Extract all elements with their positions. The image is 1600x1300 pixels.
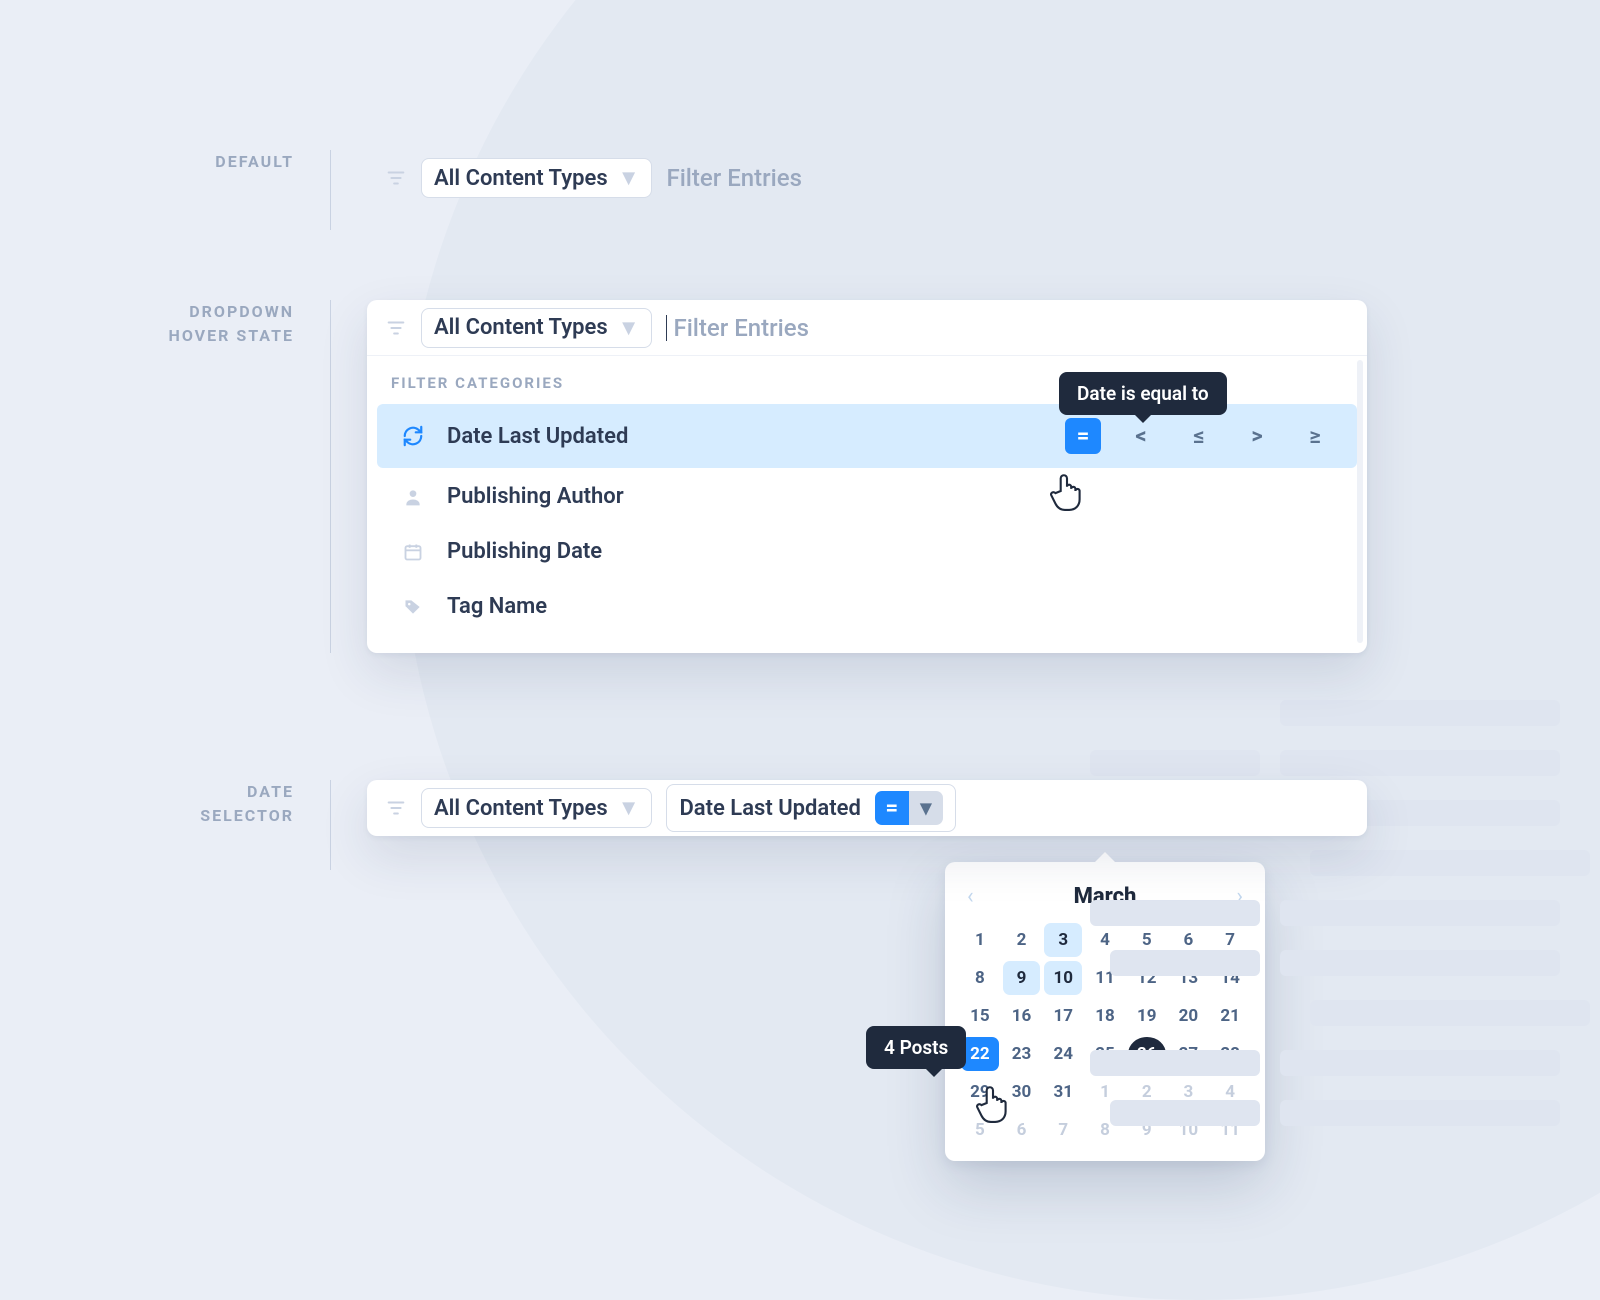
operator-greater-equal[interactable]: ≥ (1297, 418, 1333, 454)
divider (330, 300, 331, 653)
calendar-day[interactable]: 9 (1003, 961, 1041, 995)
state-label-hover: DROPDOWN HOVER STATE (70, 300, 330, 348)
operator-less-equal[interactable]: ≤ (1181, 418, 1217, 454)
calendar-day[interactable]: 2 (1003, 923, 1041, 957)
operator-less-than[interactable]: < (1123, 418, 1159, 454)
calendar-day[interactable]: 20 (1170, 999, 1208, 1033)
filter-icon (385, 317, 407, 339)
calendar-icon (401, 542, 425, 562)
chip-label: All Content Types (434, 315, 608, 340)
operator-badge[interactable]: = ▾ (875, 791, 943, 825)
category-publishing-author[interactable]: Publishing Author (377, 470, 1357, 523)
content-type-chip[interactable]: All Content Types ▼ (421, 788, 652, 828)
filter-dropdown-panel: All Content Types ▼ Filter Entries FILTE… (367, 300, 1367, 653)
filter-input-placeholder: Filter Entries (673, 314, 808, 342)
calendar-day[interactable]: 23 (1003, 1037, 1041, 1071)
scrollbar[interactable] (1357, 360, 1363, 643)
operator-greater-than[interactable]: > (1239, 418, 1275, 454)
calendar-day-tooltip: 4 Posts (866, 1026, 966, 1069)
calendar-day[interactable]: 19 (1128, 999, 1166, 1033)
chevron-down-icon: ▼ (618, 165, 640, 191)
calendar-prev-button[interactable]: ‹ (961, 880, 980, 913)
chevron-down-icon: ▼ (618, 795, 640, 821)
category-tag-name[interactable]: Tag Name (377, 580, 1357, 633)
calendar-day[interactable]: 3 (1044, 923, 1082, 957)
cursor-hand-icon (972, 1082, 1014, 1124)
divider (330, 780, 331, 870)
chip-label: All Content Types (434, 166, 608, 191)
equal-icon: = (875, 791, 909, 825)
filter-icon (385, 167, 407, 189)
filter-input[interactable]: Filter Entries (666, 314, 808, 342)
refresh-icon (401, 425, 425, 447)
filter-bar-default: All Content Types ▼ Filter Entries (367, 150, 820, 206)
calendar-day[interactable]: 7 (1044, 1113, 1082, 1147)
category-label: Publishing Date (447, 539, 602, 564)
filter-input-placeholder[interactable]: Filter Entries (666, 164, 801, 192)
text-cursor (666, 315, 667, 341)
category-label: Publishing Author (447, 484, 624, 509)
chip-label: All Content Types (434, 796, 608, 821)
state-label-default: DEFAULT (70, 150, 330, 174)
filter-bar-hover: All Content Types ▼ Filter Entries (367, 300, 1367, 356)
divider (330, 150, 331, 230)
tag-icon (401, 597, 425, 617)
content-type-chip[interactable]: All Content Types ▼ (421, 158, 652, 198)
operator-equal[interactable]: = (1065, 418, 1101, 454)
operator-tooltip: Date is equal to (1059, 372, 1227, 415)
chip-label: Date Last Updated (679, 796, 860, 821)
calendar-day[interactable]: 16 (1003, 999, 1041, 1033)
calendar-day[interactable]: 18 (1086, 999, 1124, 1033)
state-label-date-selector: DATE SELECTOR (70, 780, 330, 828)
calendar-day[interactable]: 15 (961, 999, 999, 1033)
calendar-day[interactable]: 31 (1044, 1075, 1082, 1109)
active-filter-chip[interactable]: Date Last Updated = ▾ (666, 784, 955, 832)
calendar-day[interactable]: 10 (1044, 961, 1082, 995)
filter-icon (385, 797, 407, 819)
chevron-down-icon: ▼ (618, 315, 640, 341)
calendar-day[interactable]: 21 (1211, 999, 1249, 1033)
calendar-day[interactable]: 17 (1044, 999, 1082, 1033)
user-icon (401, 487, 425, 507)
chevron-down-icon: ▾ (909, 791, 943, 825)
category-publishing-date[interactable]: Publishing Date (377, 525, 1357, 578)
calendar-day[interactable]: 1 (961, 923, 999, 957)
content-type-chip[interactable]: All Content Types ▼ (421, 308, 652, 348)
operator-group: = < ≤ > ≥ (1065, 418, 1333, 454)
category-label: Tag Name (447, 594, 547, 619)
category-label: Date Last Updated (447, 424, 628, 449)
filter-bar-date: All Content Types ▼ Date Last Updated = … (367, 780, 1367, 836)
calendar-day[interactable]: 8 (961, 961, 999, 995)
calendar-day[interactable]: 24 (1044, 1037, 1082, 1071)
calendar-day[interactable]: 22 (961, 1037, 999, 1071)
cursor-hand-icon (1046, 470, 1088, 512)
